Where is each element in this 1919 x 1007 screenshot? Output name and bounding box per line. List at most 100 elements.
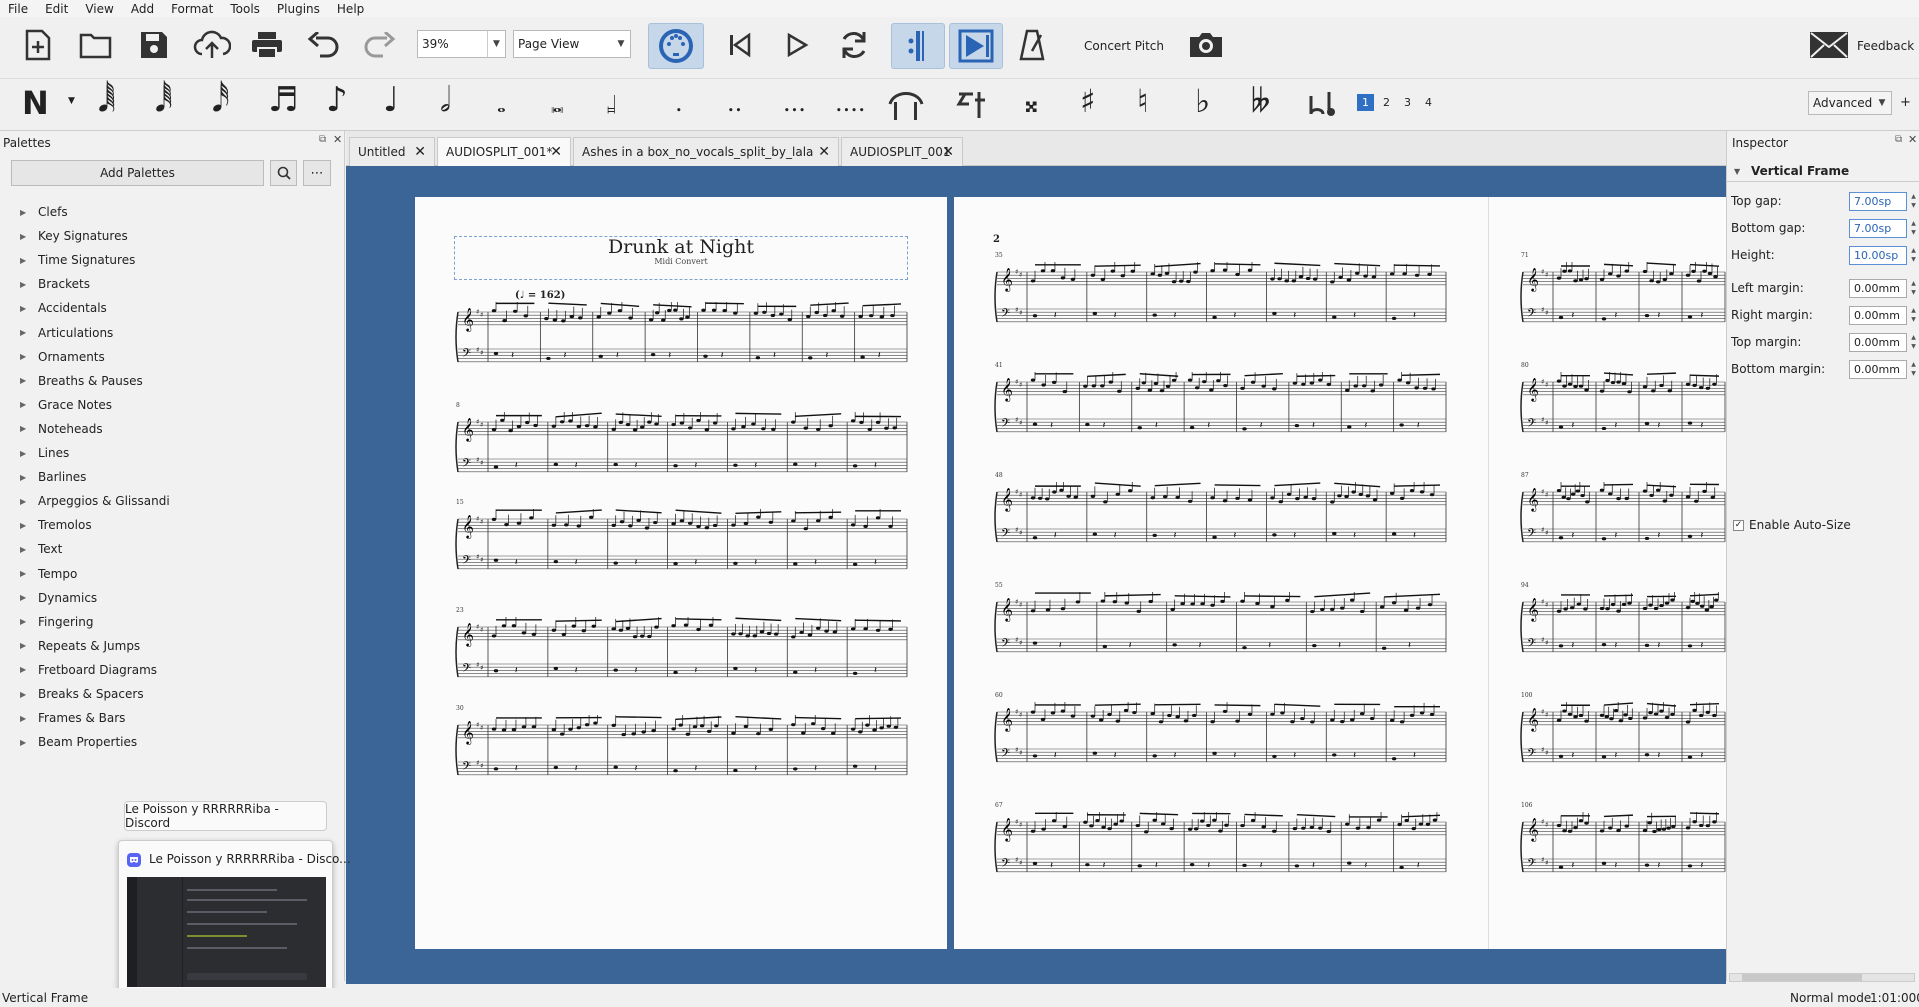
voice-1-button[interactable]: 1 [1357,94,1374,111]
menu-tools[interactable]: Tools [222,2,269,16]
menu-edit[interactable]: Edit [37,2,77,16]
cloud-upload-icon[interactable] [192,27,232,63]
spinbox-arrows-icon[interactable]: ▲ ▼ [1909,306,1918,325]
new-file-icon[interactable] [20,27,56,63]
staff-system[interactable]: 𝄞𝄢♯♯♯♯ 𝄽 𝄽 𝄽 𝄽 𝄽 𝄽 𝄽 𝄽 [993,812,1448,882]
voice-2-button[interactable]: 2 [1378,94,1395,111]
menu-view[interactable]: View [77,2,122,16]
spinbox-arrows-icon[interactable]: ▲ ▼ [1909,219,1918,238]
inspector-field-input[interactable]: 0.00mm [1849,360,1907,379]
inspector-field-input[interactable]: 7.00sp [1849,219,1907,238]
staff-system[interactable]: 𝄞𝄢♯♯♯♯ 𝄽 𝄽 𝄽 𝄽 [1519,482,1727,552]
close-icon[interactable]: ✕ [814,144,830,160]
palette-barlines[interactable]: ▶ Barlines [20,468,86,486]
undock-icon[interactable]: ⧉ [1895,134,1902,145]
rest-toggle-icon[interactable] [952,87,992,123]
staff-system[interactable]: 𝄞𝄢♯♯♯♯ 𝄽 𝄽 𝄽 𝄽 [1519,592,1727,662]
sharp-icon[interactable]: ♯ [1080,85,1095,117]
palette-frames-bars[interactable]: ▶ Frames & Bars [20,709,125,727]
eighth-note-icon[interactable]: ♬ [268,83,298,117]
double-flat-icon[interactable]: 𝄫 [1251,85,1270,117]
note-input-mode-icon[interactable]: N [22,87,49,119]
palette-clefs[interactable]: ▶ Clefs [20,203,68,221]
palette-ornaments[interactable]: ▶ Ornaments [20,348,105,366]
add-palettes-button[interactable]: Add Palettes [11,160,264,186]
close-icon[interactable]: ✕ [414,144,426,160]
palette-tempo[interactable]: ▶ Tempo [20,565,77,583]
camera-icon[interactable] [1186,27,1226,63]
loop-icon[interactable] [835,27,873,63]
close-icon[interactable]: ✕ [1908,133,1917,146]
inspector-field-input[interactable]: 0.00mm [1849,306,1907,325]
palette-articulations[interactable]: ▶ Articulations [20,324,113,342]
whole-note-icon[interactable]: 𝅝 [497,95,506,117]
voice-4-button[interactable]: 4 [1420,94,1437,111]
rewind-icon[interactable] [722,27,758,63]
staff-system[interactable]: 𝄞𝄢♯♯♯♯ 𝄽 𝄽 𝄽 𝄽 [1519,812,1727,882]
palette-noteheads[interactable]: ▶ Noteheads [20,420,103,438]
palette-breaks-spacers[interactable]: ▶ Breaks & Spacers [20,685,144,703]
staff-system[interactable]: 𝄞𝄢♯♯♯♯ 𝄽 𝄽 𝄽 𝄽 𝄽 𝄽 𝄽 [993,262,1448,332]
tab-ashes-in-a-box[interactable]: Ashes in a box_no_vocals_split_by_lalala… [573,137,839,166]
menu-file[interactable]: File [0,2,37,16]
palette-fingering[interactable]: ▶ Fingering [20,613,93,631]
palette-time-signatures[interactable]: ▶ Time Signatures [20,251,135,269]
redo-icon[interactable] [361,27,399,63]
palette-fretboard-diagrams[interactable]: ▶ Fretboard Diagrams [20,661,157,679]
add-toolbar-button[interactable]: + [1900,95,1911,110]
tempo-marking[interactable]: (♩ = 162) [515,290,565,301]
zoom-combo[interactable]: 39% ▼ [417,30,506,58]
window-preview-card[interactable]: Le Poisson y RRRRRRiba - Disco... [118,840,351,995]
pan-score-icon[interactable] [949,23,1003,69]
palette-dynamics[interactable]: ▶ Dynamics [20,589,97,607]
undock-icon[interactable]: ⧉ [319,134,326,145]
score-subtitle[interactable]: Midi Convert [454,257,908,266]
flat-icon[interactable]: ♭ [1195,85,1210,117]
save-icon[interactable] [136,27,172,63]
score-canvas[interactable]: Drunk at Night Midi Convert (♩ = 162) 𝄞 𝄢… [346,166,1726,984]
close-icon[interactable]: ✕ [333,133,342,146]
palette-repeats-jumps[interactable]: ▶ Repeats & Jumps [20,637,140,655]
staff-system[interactable]: 𝄞𝄢♯♯♯♯ 𝄽 𝄽 𝄽 𝄽 𝄽 𝄽 𝄽 𝄽 [454,302,909,372]
inspector-field-input[interactable]: 0.00mm [1849,279,1907,298]
natural-icon[interactable]: ♮ [1137,85,1148,117]
inspector-field-input[interactable]: 7.00sp [1849,192,1907,211]
palette-text[interactable]: ▶ Text [20,540,62,558]
undo-icon[interactable] [304,27,342,63]
score-title[interactable]: Drunk at Night [454,236,908,258]
menu-format[interactable]: Format [163,2,222,16]
palette-arpeggios-glissandi[interactable]: ▶ Arpeggios & Glissandi [20,492,170,510]
palette-accidentals[interactable]: ▶ Accidentals [20,299,107,317]
concert-pitch-toggle[interactable]: Concert Pitch [1084,39,1164,53]
tab-untitled[interactable]: Untitled ✕ [349,137,435,166]
spinbox-arrows-icon[interactable]: ▲ ▼ [1909,246,1918,265]
palette-lines[interactable]: ▶ Lines [20,444,69,462]
tab-audiosplit[interactable]: AUDIOSPLIT_001 ✕ [841,137,963,166]
view-mode-select[interactable]: Page View ▼ [513,30,631,58]
menu-add[interactable]: Add [123,2,163,16]
staff-system[interactable]: 𝄞𝄢♯♯♯♯ 𝄽 𝄽 𝄽 𝄽 𝄽 𝄽 𝄽 [454,715,909,785]
open-folder-icon[interactable] [78,27,114,63]
feedback-mail-icon[interactable] [1808,29,1850,61]
inspector-field-input[interactable]: 0.00mm [1849,333,1907,352]
more-options-icon[interactable]: ⋯ [303,160,331,186]
menu-plugins[interactable]: Plugins [269,2,329,16]
tie-icon[interactable] [884,87,928,123]
longa-icon[interactable]: 𝆷 [607,91,616,117]
spinbox-arrows-icon[interactable]: ▲ ▼ [1909,333,1918,352]
staff-system[interactable]: 𝄞𝄢♯♯♯♯ 𝄽 𝄽 𝄽 𝄽 𝄽 𝄽 [993,592,1448,662]
double-dot-icon[interactable]: .. [727,91,742,115]
voice-3-button[interactable]: 3 [1399,94,1416,111]
print-icon[interactable] [248,27,286,63]
staff-system[interactable]: 𝄞𝄢♯♯♯♯ 𝄽 𝄽 𝄽 𝄽 𝄽 𝄽 𝄽 [454,617,909,687]
double-sharp-icon[interactable]: 𝄪 [1025,89,1038,117]
palette-beam-properties[interactable]: ▶ Beam Properties [20,733,137,751]
play-icon[interactable] [779,27,815,63]
eighth-note-icon[interactable]: ♪ [326,83,348,117]
palette-key-signatures[interactable]: ▶ Key Signatures [20,227,128,245]
triple-dot-icon[interactable]: ... [783,91,806,115]
collapse-triangle-icon[interactable]: ▼ [1734,167,1740,176]
palette-tremolos[interactable]: ▶ Tremolos [20,516,92,534]
auto-size-checkbox[interactable]: ✓ [1733,520,1744,531]
midi-input-icon[interactable] [648,23,704,69]
